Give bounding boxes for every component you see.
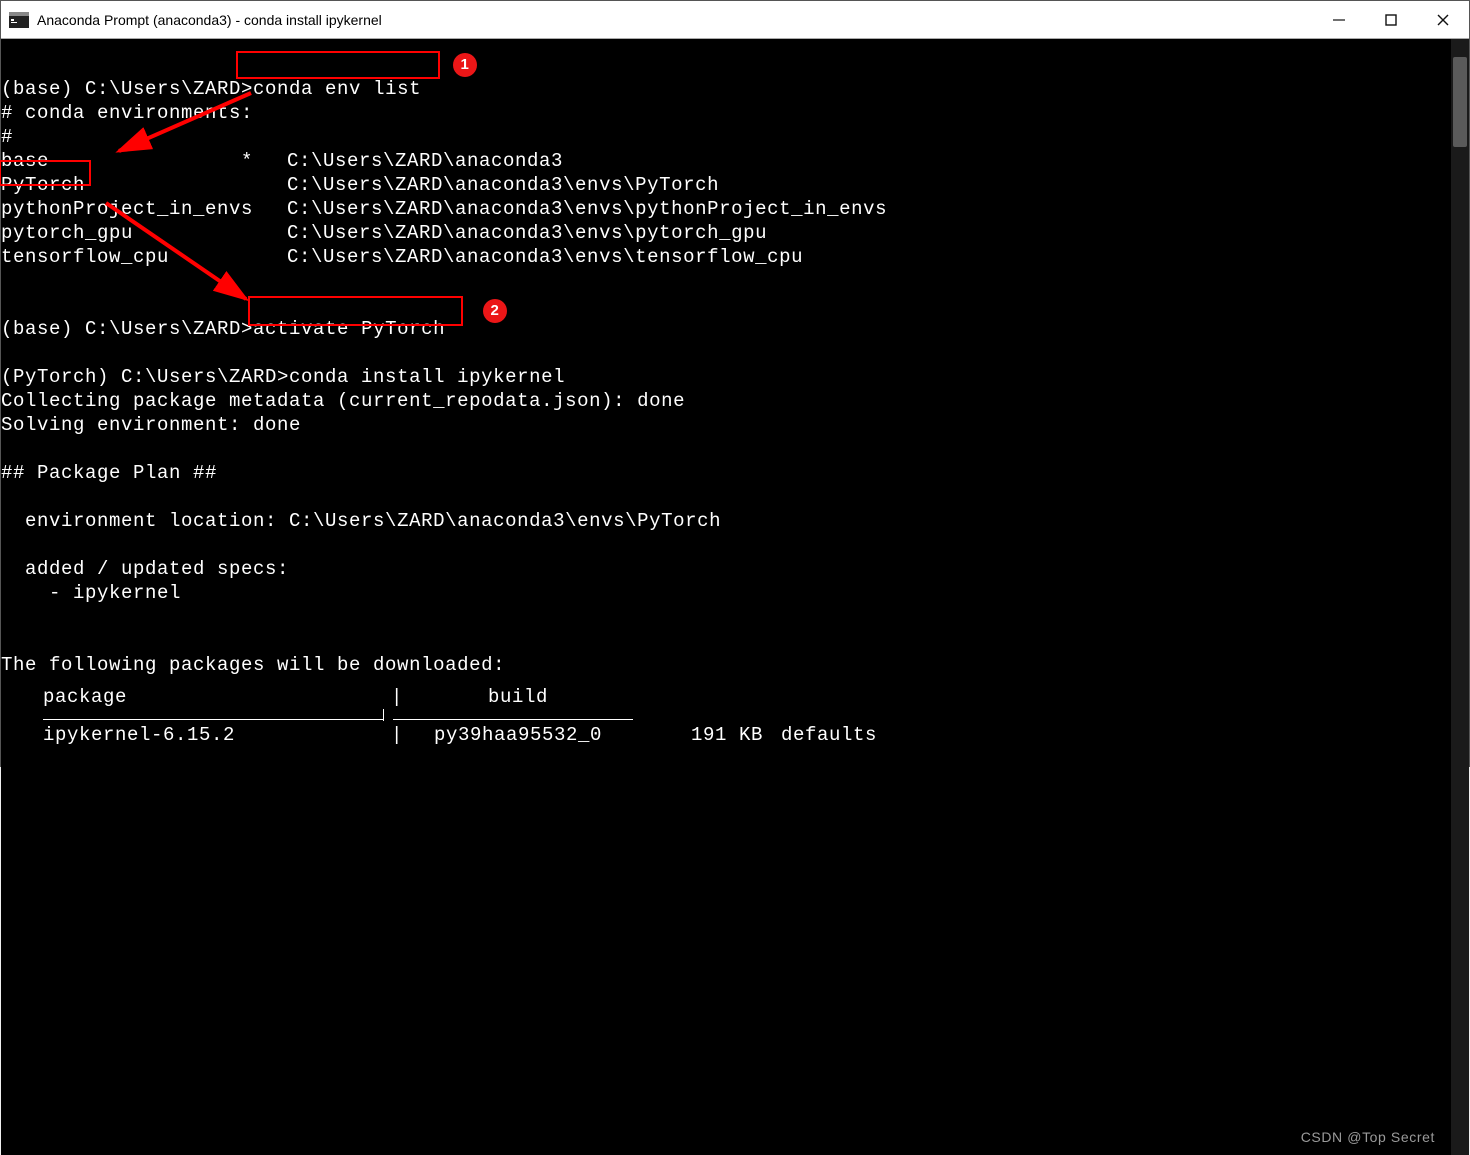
table-divider [1, 709, 1451, 721]
output-line: - ipykernel [1, 582, 181, 604]
output-line: environment location: C:\Users\ZARD\anac… [1, 510, 721, 532]
table-row: ipykernel-6.15.2|py39haa95532_0191 KBdef… [1, 723, 1451, 747]
close-button[interactable] [1417, 1, 1469, 39]
minimize-button[interactable] [1313, 1, 1365, 39]
output-line: # conda environments: [1, 102, 253, 124]
annotation-box-1 [236, 51, 440, 79]
terminal-icon [9, 12, 29, 28]
annotation-badge-2: 2 [483, 299, 507, 323]
output-line: # [1, 126, 13, 148]
window-title: Anaconda Prompt (anaconda3) - conda inst… [37, 12, 382, 28]
titlebar[interactable]: Anaconda Prompt (anaconda3) - conda inst… [1, 1, 1469, 39]
prompt: (base) C:\Users\ZARD> [1, 318, 253, 340]
output-line: Collecting package metadata (current_rep… [1, 390, 685, 412]
command: activate PyTorch [253, 318, 445, 340]
prompt: (PyTorch) C:\Users\ZARD> [1, 366, 289, 388]
env-row: tensorflow_cpu C:\Users\ZARD\anaconda3\e… [1, 246, 803, 268]
window: Anaconda Prompt (anaconda3) - conda inst… [0, 0, 1470, 767]
output-line: The following packages will be downloade… [1, 654, 505, 676]
env-row: base* C:\Users\ZARD\anaconda3 [1, 150, 563, 172]
command: conda install ipykernel [289, 366, 565, 388]
watermark: CSDN @Top Secret [1301, 1125, 1435, 1149]
maximize-button[interactable] [1365, 1, 1417, 39]
command: conda env list [253, 78, 421, 100]
scrollbar-thumb[interactable] [1453, 57, 1467, 147]
scrollbar[interactable] [1451, 39, 1469, 1155]
terminal-output[interactable]: (base) C:\Users\ZARD>conda env list # co… [1, 39, 1451, 1155]
prompt: (base) C:\Users\ZARD> [1, 78, 253, 100]
output-line: Solving environment: done [1, 414, 301, 436]
annotation-badge-1: 1 [453, 53, 477, 77]
env-row: pythonProject_in_envs C:\Users\ZARD\anac… [1, 198, 887, 220]
env-row: pytorch_gpu C:\Users\ZARD\anaconda3\envs… [1, 222, 767, 244]
output-line: added / updated specs: [1, 558, 289, 580]
output-line: ## Package Plan ## [1, 462, 217, 484]
env-row: PyTorch C:\Users\ZARD\anaconda3\envs\PyT… [1, 174, 719, 196]
table-header: package|build [1, 685, 1451, 709]
terminal-area: (base) C:\Users\ZARD>conda env list # co… [1, 39, 1469, 1155]
